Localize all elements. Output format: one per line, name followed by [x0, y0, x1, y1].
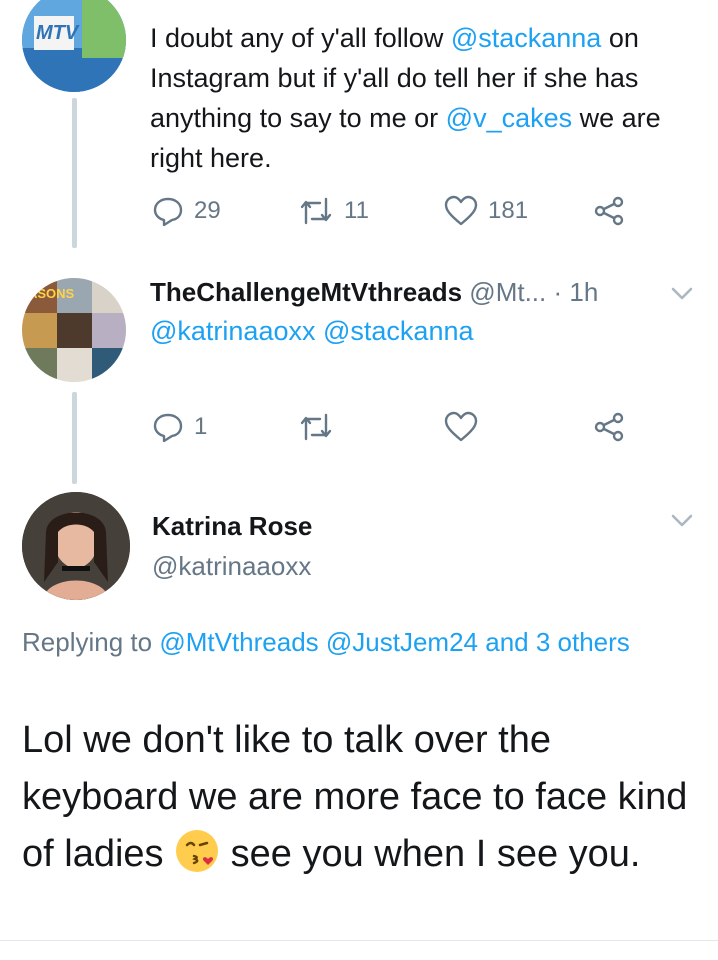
tweet-1-text: I doubt any of y'all follow @stackanna o…	[150, 18, 702, 178]
reply-count: 1	[194, 413, 208, 440]
tweet-2-text: @katrinaaoxx @stackanna	[150, 311, 702, 351]
like-button[interactable]: 181	[444, 195, 528, 227]
challenge-avatar[interactable]: ASONS	[22, 278, 126, 382]
share-button[interactable]	[594, 412, 624, 442]
like-icon	[444, 411, 478, 442]
katrina-avatar[interactable]	[22, 492, 130, 600]
retweet-count: 11	[344, 197, 369, 224]
tweet-3-text: Lol we don't like to talk over the keybo…	[22, 712, 702, 883]
reply-count: 29	[194, 197, 221, 224]
retweet-icon	[300, 413, 332, 441]
like-count: 181	[488, 197, 529, 224]
bottom-divider	[0, 940, 718, 941]
thread-connector-line	[72, 98, 77, 248]
display-name[interactable]: Katrina Rose	[152, 509, 312, 543]
like-icon	[444, 195, 478, 226]
user-handle[interactable]: @katrinaaoxx	[152, 549, 311, 583]
share-button[interactable]	[594, 196, 624, 226]
thread-connector-line	[72, 392, 77, 484]
chevron-down-icon[interactable]	[670, 284, 694, 302]
mtv-avatar[interactable]: MTV	[22, 0, 126, 92]
others-link[interactable]: and 3 others	[485, 627, 630, 657]
reply-icon	[153, 197, 183, 227]
retweet-button[interactable]: 11	[298, 195, 369, 227]
reply-icon	[153, 413, 183, 443]
like-button[interactable]	[444, 411, 478, 443]
reply-button[interactable]: 1	[152, 411, 207, 443]
mention-link[interactable]: @MtVthreads	[159, 627, 318, 657]
mention-link[interactable]: @v_cakes	[446, 103, 572, 133]
display-name[interactable]: TheChallengeMtVthreads	[150, 277, 462, 307]
avatar-caption: ASONS	[28, 286, 75, 301]
retweet-icon	[300, 197, 332, 225]
reply-button[interactable]: 29	[152, 195, 221, 227]
tweet-2-header: TheChallengeMtVthreads @Mt... · 1h	[150, 275, 598, 309]
retweet-button[interactable]	[298, 411, 334, 443]
mention-link[interactable]: @stackanna	[323, 316, 474, 346]
timestamp[interactable]: · 1h	[553, 277, 598, 307]
tweet-1-text-part: I doubt any of y'all follow	[150, 23, 451, 53]
tweet-3-text-part: see you when I see you.	[220, 833, 641, 875]
replying-to: Replying to @MtVthreads @JustJem24 and 3…	[22, 622, 662, 662]
replying-to-label: Replying to	[22, 627, 160, 657]
mention-link[interactable]: @stackanna	[451, 23, 602, 53]
mtv-logo-text: MTV	[36, 22, 79, 44]
share-icon	[594, 196, 624, 226]
mention-link[interactable]: @JustJem24	[326, 627, 478, 657]
kissing-face-emoji	[176, 830, 219, 872]
mention-link[interactable]: @katrinaaoxx	[150, 316, 315, 346]
chevron-down-icon[interactable]	[670, 511, 694, 529]
user-handle[interactable]: @Mt...	[469, 277, 546, 307]
share-icon	[594, 412, 624, 442]
